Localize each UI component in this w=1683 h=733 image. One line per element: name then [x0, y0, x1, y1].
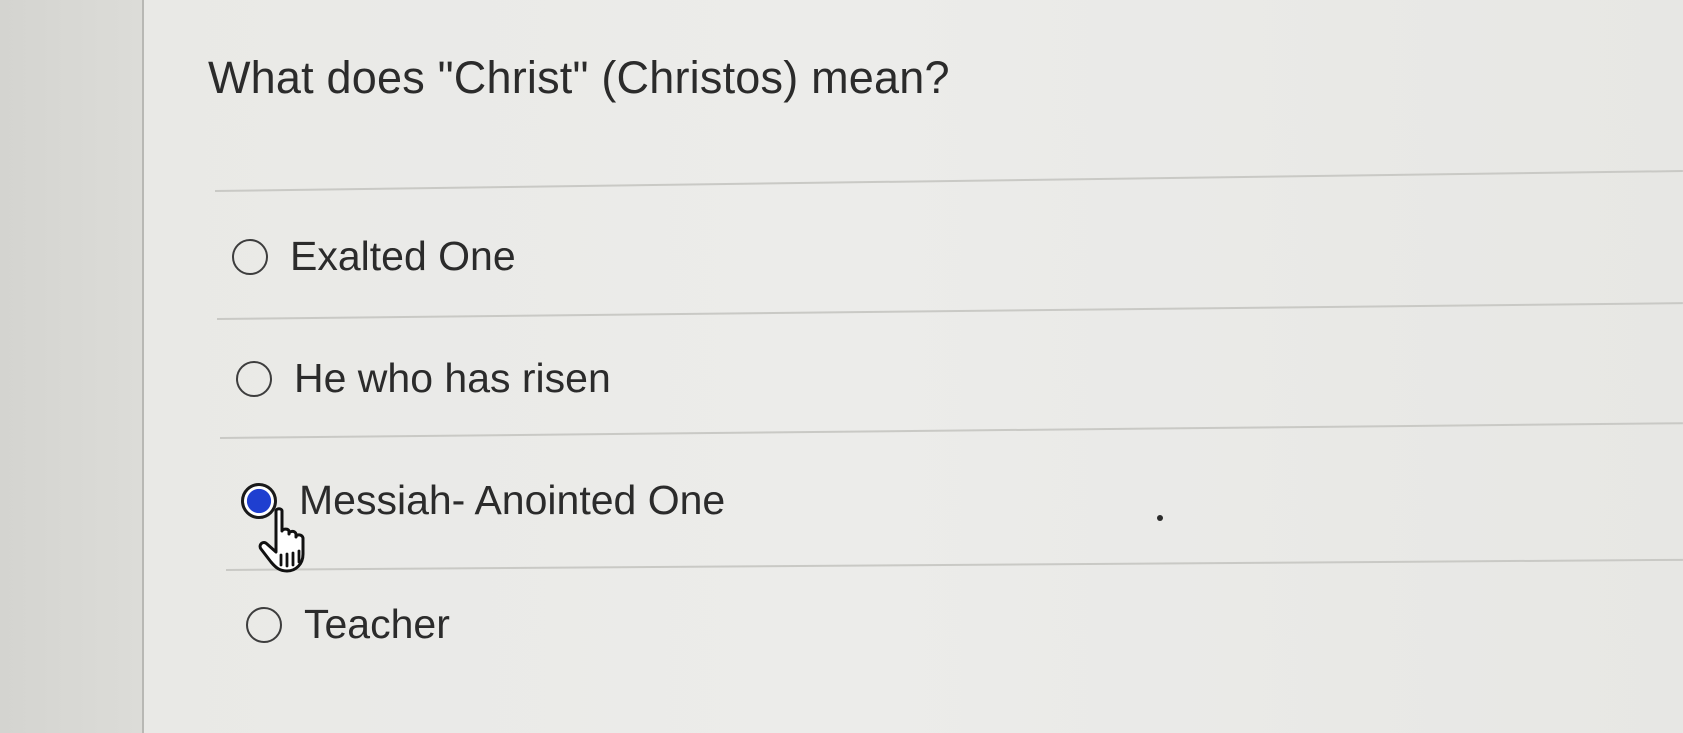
left-navigation-gutter	[0, 0, 142, 733]
answer-label: Exalted One	[290, 233, 516, 279]
answer-label: Teacher	[304, 601, 450, 647]
stray-dot	[1157, 515, 1163, 521]
radio-button-unselected[interactable]	[246, 606, 282, 643]
question-title: What does "Christ" (Christos) mean?	[208, 52, 950, 103]
radio-button-unselected[interactable]	[236, 360, 272, 397]
answer-label: He who has risen	[294, 355, 611, 401]
answer-label: Messiah- Anointed One	[299, 477, 726, 523]
answer-option-exalted-one[interactable]: Exalted One	[232, 236, 516, 277]
answer-option-teacher[interactable]: Teacher	[246, 604, 450, 645]
hand-pointer-icon	[258, 507, 305, 573]
answer-option-he-who-has-risen[interactable]: He who has risen	[236, 358, 611, 399]
radio-button-unselected[interactable]	[232, 238, 268, 275]
